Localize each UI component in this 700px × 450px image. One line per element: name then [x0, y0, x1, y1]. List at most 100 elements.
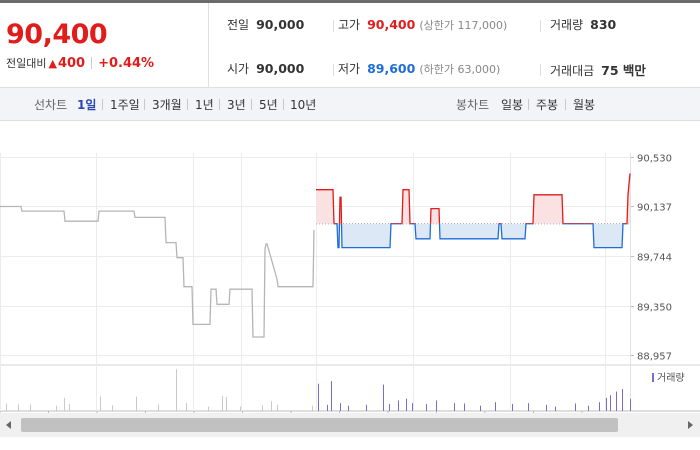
tab-3-months[interactable]: 3개월 [152, 96, 182, 113]
volume-bar [575, 403, 576, 411]
divider [333, 20, 334, 32]
volume-bar [426, 404, 427, 411]
volume-bar [555, 406, 556, 411]
amount-value: 75 백만 [601, 63, 646, 78]
upper-limit: (상한가 117,000) [419, 19, 508, 32]
volume-legend-swatch [652, 373, 654, 382]
volume-bar [158, 404, 159, 411]
volume-bar [398, 400, 399, 411]
current-price: 90,400 [6, 19, 108, 50]
volume-bar [606, 397, 607, 411]
volume-bar [18, 404, 19, 411]
volume-bar [312, 405, 313, 411]
line-chart-label: 선차트 [34, 98, 68, 112]
stat-low: 저가 89,600 (하한가 63,000) [338, 60, 500, 77]
high-label: 고가 [338, 18, 361, 32]
volume-bar [100, 396, 101, 411]
prev-close-value: 90,000 [256, 17, 305, 32]
volume-bar [512, 404, 513, 411]
low-label: 저가 [338, 62, 361, 76]
divider [333, 64, 334, 76]
volume-bar [331, 381, 332, 411]
y-tick-label: 90,530 [637, 154, 672, 165]
volume-bar [406, 398, 407, 411]
volume-bar [389, 404, 390, 411]
volume-bar [176, 369, 177, 411]
volume-bar [528, 403, 529, 411]
volume-bar [136, 396, 137, 411]
volume-bar [480, 405, 481, 411]
divider [540, 20, 541, 32]
y-tick-label: 90,137 [637, 203, 672, 214]
low-value: 89,600 [367, 61, 416, 76]
previous-session-line [0, 205, 315, 338]
high-value: 90,400 [367, 17, 416, 32]
price-change: 전일대비 ▲ 400 +0.44% [6, 55, 154, 71]
volume-bar [348, 405, 349, 411]
tab-10-years[interactable]: 10년 [290, 96, 316, 113]
volume-bar [69, 404, 70, 411]
tab-1-week[interactable]: 1주일 [110, 96, 140, 113]
volume-bar [599, 402, 600, 411]
tab-monthly-candle[interactable]: 월봉 [573, 96, 595, 113]
open-value: 90,000 [256, 61, 305, 76]
volume-label: 거래량 [550, 18, 584, 32]
stat-prev-close: 전일 90,000 [227, 16, 304, 33]
triangle-up-icon: ▲ [48, 56, 57, 70]
price-summary: 90,400 전일대비 ▲ 400 +0.44% [0, 3, 209, 87]
chart-scrollbar[interactable] [0, 413, 700, 437]
stat-amount: 거래대금 75 백만 [550, 60, 646, 79]
volume-bar [436, 400, 437, 411]
stats-panel: 전일 90,000 고가 90,400 (상한가 117,000) 거래량 830 시가… [209, 3, 700, 87]
stat-high: 고가 90,400 (상한가 117,000) [338, 16, 507, 33]
y-tick-label: 89,350 [637, 303, 672, 314]
volume-bar [630, 398, 631, 411]
volume-bar [271, 401, 272, 411]
volume-bar [262, 405, 263, 411]
volume-bar [240, 406, 241, 411]
volume-bar [610, 395, 611, 411]
volume-bar [383, 384, 384, 411]
scrollbar-thumb[interactable] [21, 418, 618, 432]
volume-bar [186, 403, 187, 411]
volume-bar [208, 406, 209, 411]
volume-bar [495, 402, 496, 411]
change-percent: +0.44% [98, 55, 155, 71]
volume-bar [412, 403, 413, 411]
volume-bar [327, 404, 328, 411]
scroll-left-icon[interactable] [6, 421, 11, 429]
stat-open: 시가 90,000 [227, 60, 304, 77]
divider [540, 64, 541, 76]
candle-chart-label: 봉차트 [456, 98, 490, 112]
tab-3-years[interactable]: 3년 [227, 96, 246, 113]
change-value: 400 [57, 55, 86, 71]
tab-1-year[interactable]: 1년 [195, 96, 214, 113]
price-chart: 90,530 90,137 89,744 89,350 88,957 거래량 [0, 153, 700, 413]
volume-bar [30, 404, 31, 411]
stat-volume: 거래량 830 [550, 16, 616, 33]
volume-bar [546, 404, 547, 411]
volume-legend-label: 거래량 [657, 372, 685, 384]
volume-bar [64, 397, 65, 411]
volume-bar [340, 403, 341, 411]
tab-1-day[interactable]: 1일 [77, 96, 96, 113]
volume-bar [226, 396, 227, 411]
y-tick-label: 88,957 [637, 352, 672, 363]
volume-bar [588, 405, 589, 411]
volume-bar [622, 389, 623, 411]
tab-daily-candle[interactable]: 일봉 [501, 96, 523, 113]
divider [144, 99, 145, 110]
volume-bar [112, 405, 113, 411]
chart-period-tabs: 선차트 1일 1주일 3개월 1년 3년 5년 10년 봉차트 일봉 주봉 월봉 [0, 87, 700, 121]
volume-value: 830 [590, 17, 617, 32]
divider [565, 99, 566, 110]
amount-label: 거래대금 [550, 64, 595, 78]
scroll-right-icon[interactable] [688, 421, 693, 429]
volume-bar [366, 404, 367, 411]
volume-bar [318, 383, 319, 411]
volume-bar [464, 403, 465, 411]
tab-weekly-candle[interactable]: 주봉 [536, 96, 558, 113]
volume-bar [454, 403, 455, 411]
divider [219, 99, 220, 110]
tab-5-years[interactable]: 5년 [259, 96, 278, 113]
